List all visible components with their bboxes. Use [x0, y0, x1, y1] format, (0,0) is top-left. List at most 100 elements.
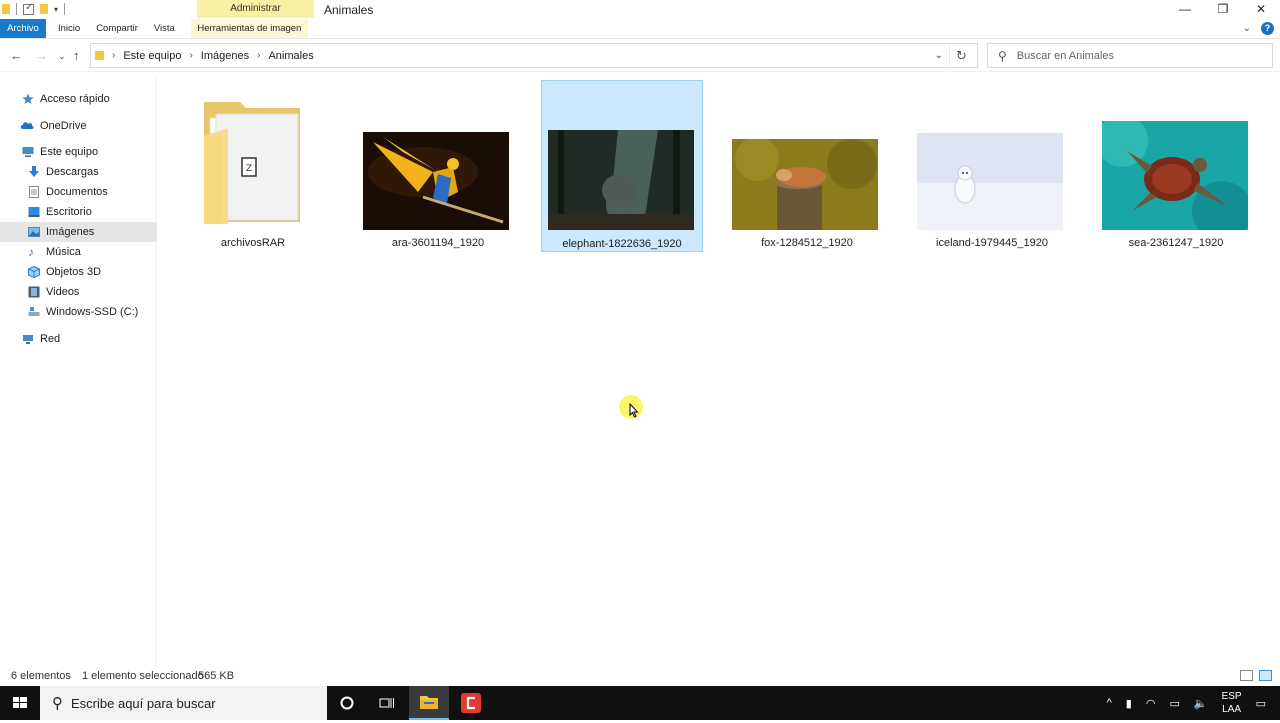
up-arrow-icon[interactable]: ↑	[73, 48, 80, 63]
search-icon: ⚲	[998, 48, 1007, 63]
properties-icon[interactable]	[23, 2, 34, 15]
details-view-icon[interactable]	[1240, 670, 1253, 681]
svg-text:Z: Z	[246, 164, 252, 174]
nav-onedrive[interactable]: OneDrive	[0, 116, 157, 136]
file-explorer-taskbar-icon[interactable]	[409, 686, 449, 720]
nav-quick-access[interactable]: Acceso rápido	[0, 89, 157, 109]
language-code: ESP	[1221, 691, 1242, 702]
file-name: ara-3601194_1920	[391, 237, 485, 249]
file-item-elephant[interactable]: elephant-1822636_1920	[541, 80, 703, 252]
file-item-iceland[interactable]: iceland-1979445_1920	[911, 80, 1073, 252]
nav-label: Música	[46, 246, 81, 258]
nav-drive-c[interactable]: Windows-SSD (C:)	[0, 302, 157, 322]
folder-icon	[2, 4, 10, 14]
window-controls: — ❐ ✕	[1166, 0, 1280, 20]
nav-label: Videos	[46, 286, 80, 298]
breadcrumb-pictures[interactable]: Imágenes	[201, 50, 249, 62]
task-view-icon[interactable]	[367, 686, 407, 720]
window-title: Animales	[324, 3, 374, 17]
tab-view[interactable]: Vista	[146, 19, 183, 38]
nav-label: Descargas	[46, 166, 99, 178]
nav-documents[interactable]: Documentos	[0, 182, 157, 202]
file-name: iceland-1979445_1920	[936, 237, 1048, 249]
start-button[interactable]	[0, 686, 40, 720]
customize-toolbar-icon[interactable]: ▾	[54, 5, 58, 14]
taskbar-search-placeholder[interactable]: Escribe aquí para buscar	[71, 696, 216, 711]
recorder-app-icon[interactable]	[451, 686, 491, 720]
chevron-right-icon[interactable]: ›	[112, 50, 115, 61]
back-arrow-icon[interactable]: ←	[10, 48, 23, 63]
file-name: sea-2361247_1920	[1128, 237, 1224, 249]
drive-icon	[28, 306, 40, 318]
nav-network[interactable]: Red	[0, 329, 157, 349]
expand-ribbon-icon[interactable]: ⌄	[1243, 23, 1251, 34]
system-tray: ^ ▮ ◠ ▭ 🔈 ESP LAA ▭	[1100, 686, 1280, 720]
maximize-button[interactable]: ❐	[1204, 0, 1242, 20]
tab-home[interactable]: Inicio	[50, 19, 88, 38]
forward-arrow-icon[interactable]: →	[35, 48, 48, 63]
nav-desktop[interactable]: Escritorio	[0, 202, 157, 222]
minimize-button[interactable]: —	[1166, 0, 1204, 20]
navigation-pane: Acceso rápido OneDrive Este equipo Desca…	[0, 76, 157, 666]
tab-picture-tools[interactable]: Herramientas de imagen	[190, 19, 308, 38]
network-icon	[22, 333, 34, 345]
notifications-icon[interactable]: ▭	[1256, 697, 1266, 710]
chevron-right-icon[interactable]: ›	[257, 50, 260, 61]
nav-3d-objects[interactable]: Objetos 3D	[0, 262, 157, 282]
breadcrumb-this-pc[interactable]: Este equipo	[123, 50, 181, 62]
taskbar-search[interactable]: ⚲ Escribe aquí para buscar	[40, 686, 327, 720]
file-item-ara[interactable]: ara-3601194_1920	[357, 80, 519, 252]
cloud-icon	[20, 120, 34, 132]
address-row: ← → ⌄ ↑ › Este equipo › Imágenes › Anima…	[0, 40, 1280, 72]
refresh-icon[interactable]: ↻	[949, 46, 973, 65]
microphone-icon[interactable]: ▮	[1126, 697, 1132, 710]
toolbar-divider	[16, 3, 17, 15]
help-icon[interactable]: ?	[1261, 22, 1274, 35]
title-bar: ▾ Administrar Animales — ❐ ✕	[0, 0, 1280, 20]
quick-access-toolbar: ▾	[2, 2, 66, 15]
breadcrumb-animales[interactable]: Animales	[268, 50, 313, 62]
tab-share[interactable]: Compartir	[88, 19, 146, 38]
show-hidden-icons-icon[interactable]: ^	[1107, 697, 1112, 709]
address-dropdown-icon[interactable]: ⌄	[935, 50, 943, 61]
nav-videos[interactable]: Videos	[0, 282, 157, 302]
large-icons-view-icon[interactable]	[1259, 670, 1272, 681]
toolbar-divider	[64, 3, 66, 15]
nav-pictures[interactable]: Imágenes	[0, 222, 157, 242]
search-placeholder[interactable]: Buscar en Animales	[1017, 50, 1114, 62]
nav-downloads[interactable]: Descargas	[0, 162, 157, 182]
wifi-icon[interactable]: ◠	[1146, 697, 1156, 710]
search-box[interactable]: ⚲ Buscar en Animales	[987, 43, 1273, 68]
nav-label: Documentos	[46, 186, 108, 198]
address-bar[interactable]: › Este equipo › Imágenes › Animales ⌄ ↻	[90, 43, 978, 68]
file-item-fox[interactable]: fox-1284512_1920	[726, 80, 888, 252]
close-button[interactable]: ✕	[1242, 0, 1280, 20]
keyboard-layout: LAA	[1222, 704, 1242, 715]
elephant-thumbnail	[548, 130, 694, 233]
ribbon-right-controls: ⌄ ?	[1243, 22, 1274, 35]
nav-music[interactable]: ♪ Música	[0, 242, 157, 262]
recent-locations-icon[interactable]: ⌄	[58, 51, 66, 62]
parrot-thumbnail	[363, 132, 509, 233]
file-name: archivosRAR	[220, 237, 286, 249]
language-indicator[interactable]: ESP LAA	[1222, 690, 1242, 716]
mouse-cursor-icon	[629, 402, 639, 421]
file-item-archivosrar[interactable]: Z archivosRAR	[172, 80, 334, 252]
nav-label: Red	[40, 333, 61, 345]
status-bar: 6 elementos 1 elemento seleccionado 565 …	[0, 668, 1280, 686]
nav-label: Imágenes	[46, 226, 95, 238]
nav-label: OneDrive	[40, 120, 87, 132]
tab-file[interactable]: Archivo	[0, 19, 46, 38]
nav-label: Este equipo	[40, 146, 99, 158]
cube-icon	[28, 265, 40, 279]
file-item-sea[interactable]: sea-2361247_1920	[1095, 80, 1257, 252]
volume-icon[interactable]: 🔈	[1194, 697, 1208, 710]
cortana-icon[interactable]	[327, 686, 367, 720]
battery-icon[interactable]: ▭	[1169, 697, 1179, 710]
chevron-right-icon[interactable]: ›	[189, 50, 192, 61]
nav-label: Windows-SSD (C:)	[46, 306, 139, 318]
new-folder-icon[interactable]	[40, 4, 48, 14]
ribbon-tabs: Archivo Inicio Compartir Vista Herramien…	[0, 19, 1280, 39]
nav-this-pc[interactable]: Este equipo	[0, 142, 157, 162]
file-list: Z archivosRAR ara-3601194_1920 elephant-…	[160, 76, 1280, 666]
